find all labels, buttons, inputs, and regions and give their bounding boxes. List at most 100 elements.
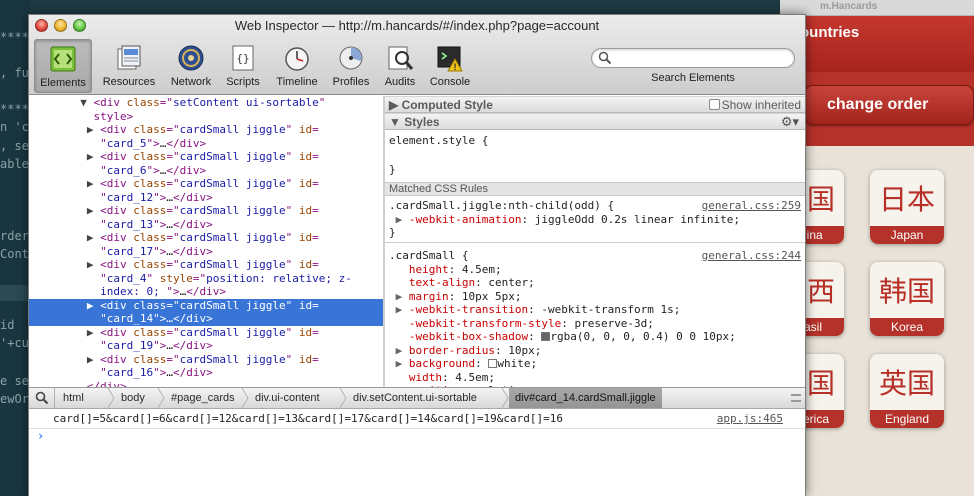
toolbar-resources-button[interactable]: Resources (97, 39, 161, 93)
console-source-link[interactable]: app.js:465 (717, 411, 783, 426)
property-triangle-icon[interactable]: ▶ (389, 213, 409, 226)
css-property-row[interactable]: -webkit-box-shadow: rgba(0, 0, 0, 0.4) 0… (389, 330, 736, 344)
css-property-name[interactable]: border-radius (409, 344, 495, 357)
disclosure-triangle-icon[interactable]: ▼ (80, 96, 93, 109)
console-prompt[interactable]: › (37, 429, 44, 443)
breadcrumb-item[interactable]: html (63, 388, 84, 408)
dom-node-line[interactable]: ▶ <div class="cardSmall jiggle" id= (29, 123, 383, 137)
console-pane[interactable]: card[]=5&card[]=6&card[]=12&card[]=13&ca… (29, 409, 805, 496)
disclosure-triangle-icon[interactable]: ▶ (87, 231, 100, 244)
dom-node-line[interactable]: index: 0; ">…</div> (29, 285, 383, 299)
property-triangle-icon[interactable]: ▶ (389, 303, 409, 316)
toolbar-profiles-button[interactable]: Profiles (327, 39, 375, 93)
css-property-name[interactable]: -webkit-transition (409, 303, 528, 316)
crumb-menu-icon[interactable] (791, 394, 801, 402)
rule-source-link[interactable]: general.css:244 (702, 249, 801, 263)
dom-node-line[interactable]: "card_14">…</div> (29, 312, 383, 326)
toolbar-elements-button[interactable]: Elements (34, 39, 92, 93)
computed-style-header[interactable]: ▶ Computed Style Show inherited (385, 96, 805, 113)
css-property-name[interactable]: background (409, 357, 475, 370)
css-property-row[interactable]: ▶ margin: 10px 5px; (389, 290, 522, 304)
dom-node-line[interactable]: style> (29, 110, 383, 124)
breadcrumb-item[interactable]: body (121, 388, 145, 408)
dom-node-line[interactable]: "card_17">…</div> (29, 245, 383, 259)
country-card-england[interactable]: 英国 England (870, 354, 944, 428)
css-property-value[interactable]: jiggleOdd 0.2s linear infinite; (535, 213, 740, 226)
dom-node-line[interactable]: ▶ <div class="cardSmall jiggle" id= (29, 204, 383, 218)
element-style-open[interactable]: element.style { (389, 134, 488, 148)
dom-node-line[interactable]: "card_19">…</div> (29, 339, 383, 353)
dom-node-line[interactable]: ▼ <div class="setContent ui-sortable" (29, 96, 383, 110)
dom-node-line[interactable]: "card_12">…</div> (29, 191, 383, 205)
inspect-search-button[interactable] (29, 388, 55, 408)
rule-selector[interactable]: .cardSmall { (389, 249, 468, 263)
toolbar-scripts-button[interactable]: {} Scripts (219, 39, 267, 93)
css-property-value[interactable]: 4.5em; (462, 263, 502, 276)
css-property-row[interactable]: ▶ background: white; (389, 357, 538, 371)
property-triangle-icon[interactable]: ▶ (389, 290, 409, 303)
css-property-name[interactable]: -webkit-transform-style (409, 317, 561, 330)
css-property-name[interactable]: -webkit-animation (409, 213, 522, 226)
css-property-name[interactable]: margin (409, 290, 449, 303)
disclosure-triangle-icon[interactable]: ▶ (87, 177, 100, 190)
css-property-value[interactable]: 4.5em; (455, 371, 495, 384)
styles-sidebar[interactable]: ▶ Computed Style Show inherited ▼ Styles… (385, 96, 805, 387)
toolbar-timeline-button[interactable]: Timeline (269, 39, 325, 93)
dom-node-line[interactable]: ▶ <div class="cardSmall jiggle" id= (29, 298, 383, 312)
disclosure-triangle-icon[interactable]: ▶ (87, 299, 100, 312)
breadcrumb-item[interactable]: div.setContent.ui-sortable (353, 388, 477, 408)
disclosure-triangle-icon[interactable]: ▶ (87, 258, 100, 271)
css-property-value[interactable]: -webkit-transform 1s; (541, 303, 680, 316)
css-property-row[interactable]: ▶ border-radius: 10px; (389, 344, 542, 358)
breadcrumb-item[interactable]: div.ui-content (255, 388, 320, 408)
show-inherited-checkbox[interactable]: Show inherited (708, 98, 801, 112)
change-order-button[interactable]: change order (804, 85, 974, 125)
css-property-value[interactable]: rgba(0, 0, 0, 0.4) 0 0 10px; (550, 330, 735, 343)
rule-selector[interactable]: .cardSmall.jiggle:nth-child(odd) { (389, 199, 614, 213)
css-property-name[interactable]: -webkit-box-shadow (409, 330, 528, 343)
checkbox-icon[interactable] (708, 99, 720, 110)
css-property-name[interactable]: text-align (409, 276, 475, 289)
css-property-row[interactable]: ▶ -webkit-animation: jiggleOdd 0.2s line… (389, 213, 740, 227)
rule-source-link[interactable]: general.css:259 (702, 199, 801, 213)
css-property-name[interactable]: height (409, 263, 449, 276)
breadcrumb-item[interactable]: #page_cards (171, 388, 235, 408)
styles-header[interactable]: ▼ Styles ⚙▾ (385, 113, 805, 130)
disclosure-triangle-icon[interactable]: ▶ (87, 326, 100, 339)
dom-node-line[interactable]: ▶ <div class="cardSmall jiggle" id= (29, 353, 383, 367)
disclosure-triangle-icon[interactable]: ▶ (87, 353, 100, 366)
country-card-japan[interactable]: 日本 Japan (870, 170, 944, 244)
css-property-value[interactable]: 10px 5px; (462, 290, 522, 303)
dom-node-line[interactable]: ▶ <div class="cardSmall jiggle" id= (29, 150, 383, 164)
color-swatch-icon[interactable] (541, 332, 551, 341)
search-elements-input[interactable] (614, 51, 786, 66)
property-triangle-icon[interactable]: ▶ (389, 357, 409, 370)
css-property-row[interactable]: text-align: center; (389, 276, 535, 290)
dom-node-line[interactable]: "card_6">…</div> (29, 164, 383, 178)
dom-node-line[interactable]: "card_16">…</div> (29, 366, 383, 380)
disclosure-triangle-icon[interactable]: ▶ (87, 150, 100, 163)
css-property-name[interactable]: width (409, 371, 442, 384)
dom-node-line[interactable]: ▶ <div class="cardSmall jiggle" id= (29, 258, 383, 272)
property-triangle-icon[interactable]: ▶ (389, 344, 409, 357)
toolbar-audits-button[interactable]: Audits (377, 39, 423, 93)
css-property-row[interactable]: ▶ -webkit-transition: -webkit-transform … (389, 303, 681, 317)
css-property-value[interactable]: white; (497, 357, 537, 370)
css-property-row[interactable]: -webkit-transform-style: preserve-3d; (389, 317, 654, 331)
dom-node-line[interactable]: </div> (29, 380, 383, 388)
css-property-row[interactable]: height: 4.5em; (389, 263, 502, 277)
toolbar-console-button[interactable]: ! Console (425, 39, 475, 93)
gear-icon[interactable]: ⚙▾ (781, 114, 799, 130)
css-property-value[interactable]: 10px; (508, 344, 541, 357)
css-property-row[interactable]: width: 4.5em; (389, 371, 495, 385)
dom-node-line[interactable]: "card_4" style="position: relative; z- (29, 272, 383, 286)
dom-node-line[interactable]: ▶ <div class="cardSmall jiggle" id= (29, 326, 383, 340)
color-swatch-icon[interactable] (488, 359, 498, 368)
dom-node-line[interactable]: ▶ <div class="cardSmall jiggle" id= (29, 231, 383, 245)
dom-node-line[interactable]: "card_13">…</div> (29, 218, 383, 232)
breadcrumb-item[interactable]: div#card_14.cardSmall.jiggle (509, 388, 662, 408)
css-property-value[interactable]: center; (488, 276, 534, 289)
toolbar-network-button[interactable]: Network (163, 39, 219, 93)
disclosure-triangle-icon[interactable]: ▶ (87, 123, 100, 136)
search-elements-field[interactable] (591, 48, 795, 68)
